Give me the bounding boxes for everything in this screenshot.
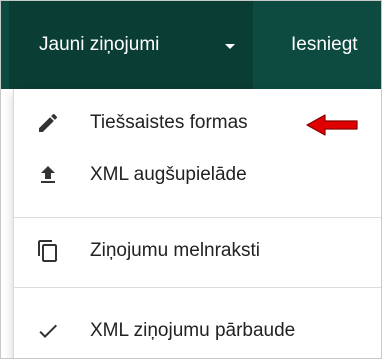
menu-item-report-drafts[interactable]: Ziņojumu melnraksti — [14, 229, 381, 273]
screenshot-frame: Jauni ziņojumi Iesniegt Tiešsaistes form… — [0, 0, 382, 359]
copy-icon — [38, 240, 57, 262]
caret-down-icon — [225, 44, 235, 49]
menu-item-xml-validation-label: XML ziņojumu pārbaude — [90, 320, 296, 341]
menu-item-xml-validation[interactable]: XML ziņojumu pārbaude — [14, 309, 381, 353]
upload-icon — [41, 166, 55, 183]
nav-menu-new-reports-label: Jauni ziņojumi — [39, 34, 160, 55]
nav-menu-new-reports[interactable]: Jauni ziņojumi — [9, 1, 253, 89]
menu-item-report-drafts-label: Ziņojumu melnraksti — [90, 240, 260, 261]
pencil-icon — [39, 113, 58, 132]
nav-menu-submit-label[interactable]: Iesniegt — [291, 34, 358, 56]
top-navbar: Jauni ziņojumi Iesniegt — [1, 1, 381, 89]
check-icon — [39, 324, 57, 338]
menu-divider — [14, 287, 381, 288]
red-arrow-icon — [306, 114, 358, 136]
menu-divider — [14, 217, 381, 218]
menu-item-online-forms-label: Tiešsaistes formas — [90, 112, 248, 133]
menu-item-xml-upload-label: XML augšupielāde — [90, 164, 247, 185]
menu-item-xml-upload[interactable]: XML augšupielāde — [14, 153, 381, 197]
